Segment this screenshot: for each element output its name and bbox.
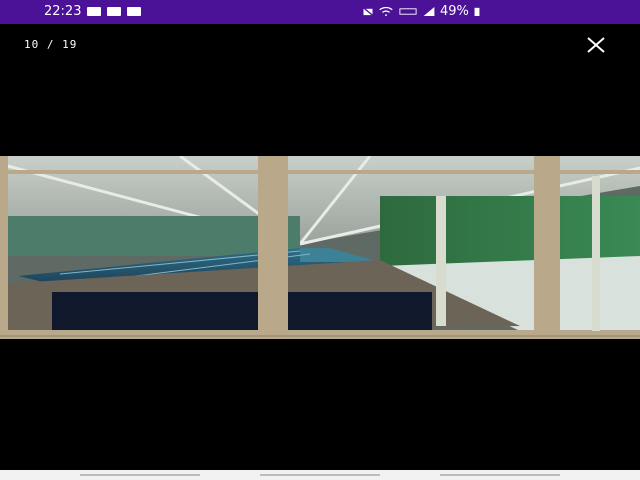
- message-notification-icon: [127, 7, 142, 16]
- navigation-bar: [0, 470, 640, 480]
- status-left: 22:23: [44, 4, 142, 19]
- battery-icon: [474, 7, 480, 16]
- image-notification-icon: [87, 7, 102, 16]
- mute-icon: [362, 7, 374, 16]
- indoor-swimming-pool-photo[interactable]: [0, 156, 640, 339]
- data-icon: [399, 8, 417, 15]
- status-bar: 22:23 49%: [0, 0, 640, 24]
- close-icon: [587, 37, 605, 53]
- image-viewer: 10 / 19: [0, 24, 640, 470]
- mail-notification-icon: [107, 7, 122, 16]
- status-right: 49%: [362, 4, 481, 19]
- home-button[interactable]: [260, 474, 380, 476]
- battery-percent: 49%: [440, 4, 469, 19]
- signal-icon: [423, 7, 435, 16]
- image-counter: 10 / 19: [24, 38, 78, 51]
- wifi-icon: [379, 7, 393, 16]
- clock: 22:23: [44, 4, 82, 19]
- back-button[interactable]: [440, 474, 560, 476]
- close-button[interactable]: [584, 36, 608, 54]
- recents-button[interactable]: [80, 474, 200, 476]
